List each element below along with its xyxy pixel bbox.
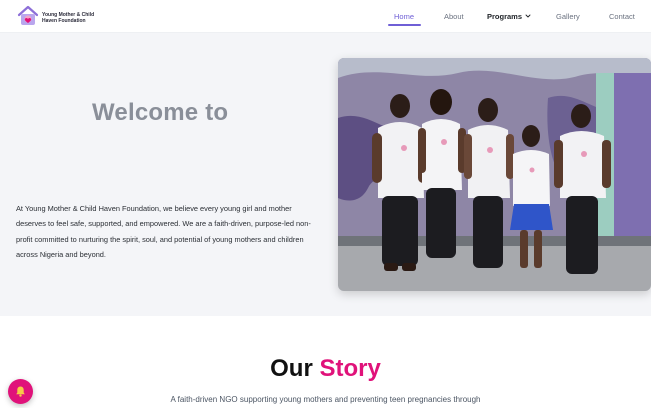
brand-name[interactable]: Young Mother & Child Haven Foundation [42,12,94,24]
nav-active-indicator [388,24,421,26]
bell-icon [16,386,25,397]
nav-home[interactable]: Home [394,12,414,21]
story-subtitle: A faith-driven NGO supporting young moth… [170,395,481,404]
nav-contact[interactable]: Contact [609,12,635,21]
notification-button[interactable] [8,379,33,404]
group-photo [338,58,651,291]
nav-about[interactable]: About [444,12,464,21]
story-title-part2: Story [319,355,381,382]
hero-description: At Young Mother & Child Haven Foundation… [16,204,311,259]
nav-gallery[interactable]: Gallery [556,12,580,21]
navbar: Young Mother & Child Haven Foundation Ho… [0,0,651,33]
group-photo-illustration [338,58,651,291]
nav-programs[interactable]: Programs [487,12,522,21]
story-title-part1: Our [270,355,313,382]
hero-title: Welcome to [92,99,229,126]
brand-name-line2: Haven Foundation [42,17,86,24]
chevron-down-icon[interactable] [525,13,531,19]
home-heart-logo-icon[interactable] [16,4,40,28]
story-title: Our Story [0,355,651,383]
